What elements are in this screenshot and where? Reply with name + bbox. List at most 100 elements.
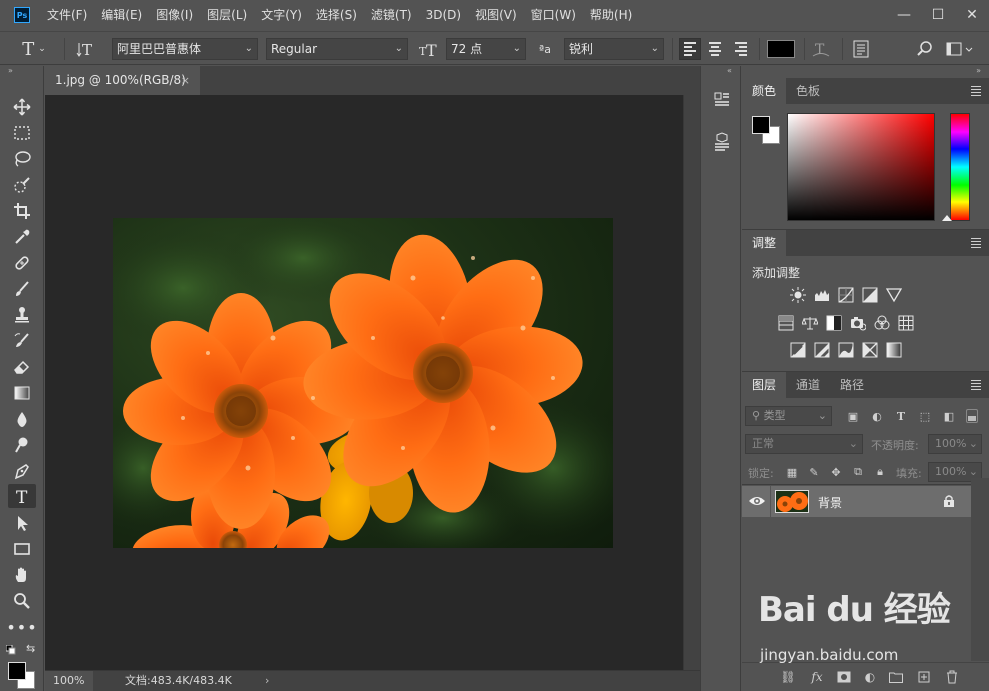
- search-icon[interactable]: [914, 38, 936, 60]
- channel-mixer-icon[interactable]: [874, 315, 890, 331]
- foreground-color-swatch[interactable]: [8, 662, 26, 680]
- filter-adjustment-layer-icon[interactable]: ◐: [870, 409, 884, 423]
- properties-panel-icon[interactable]: [712, 132, 732, 152]
- collapse-dock-icon[interactable]: «: [727, 66, 732, 75]
- menu-file[interactable]: 文件(F): [40, 0, 94, 30]
- vibrance-icon[interactable]: [886, 287, 902, 303]
- opacity-field[interactable]: 100% ⌄: [928, 434, 982, 454]
- menu-edit[interactable]: 编辑(E): [94, 0, 149, 30]
- layer-filter-select[interactable]: ⚲ 类型 ⌄: [745, 406, 832, 426]
- font-style-select[interactable]: Regular ⌄: [266, 38, 408, 60]
- antialias-select[interactable]: 锐利 ⌄: [564, 38, 664, 60]
- color-balance-icon[interactable]: [802, 315, 818, 331]
- zoom-tool-icon[interactable]: [8, 589, 36, 613]
- align-right-button[interactable]: [731, 38, 753, 60]
- character-panel-icon[interactable]: [850, 38, 872, 60]
- selective-color-icon[interactable]: [862, 342, 878, 358]
- status-menu-arrow-icon[interactable]: ›: [265, 671, 269, 691]
- menu-select[interactable]: 选择(S): [309, 0, 364, 30]
- blur-tool-icon[interactable]: [8, 407, 36, 431]
- layers-scrollbar[interactable]: [971, 478, 989, 661]
- filter-pixel-layer-icon[interactable]: ▣: [846, 409, 860, 423]
- character-properties-icon[interactable]: [712, 90, 732, 110]
- exposure-icon[interactable]: [862, 287, 878, 303]
- add-mask-icon[interactable]: [836, 669, 852, 685]
- menu-help[interactable]: 帮助(H): [583, 0, 639, 30]
- swap-colors-icon[interactable]: ⇆: [26, 642, 35, 655]
- align-center-button[interactable]: [705, 38, 727, 60]
- gradient-tool-icon[interactable]: [8, 381, 36, 405]
- menu-layer[interactable]: 图层(L): [200, 0, 254, 30]
- more-tools-icon[interactable]: •••: [6, 615, 36, 639]
- hue-saturation-icon[interactable]: [778, 315, 794, 331]
- maximize-button[interactable]: ☐: [921, 0, 955, 30]
- type-tool-preset-icon[interactable]: T ⌄: [22, 38, 46, 60]
- canvas-image[interactable]: [113, 218, 613, 548]
- tab-layers[interactable]: 图层: [742, 372, 787, 398]
- hue-slider-handle[interactable]: [942, 215, 952, 221]
- layer-name[interactable]: 背景: [818, 494, 842, 511]
- menu-filter[interactable]: 滤镜(T): [364, 0, 419, 30]
- pen-tool-icon[interactable]: [8, 459, 36, 483]
- crop-tool-icon[interactable]: [8, 199, 36, 223]
- collapse-toolbar-icon[interactable]: »: [0, 66, 43, 76]
- new-adjustment-layer-icon[interactable]: ◐: [862, 669, 878, 685]
- dodge-tool-icon[interactable]: [8, 433, 36, 457]
- align-left-button[interactable]: [679, 38, 701, 60]
- font-size-select[interactable]: 72 点 ⌄: [446, 38, 526, 60]
- font-family-select[interactable]: 阿里巴巴普惠体 ⌄: [112, 38, 258, 60]
- marquee-tool-icon[interactable]: [8, 121, 36, 145]
- panel-menu-icon[interactable]: [971, 380, 981, 390]
- layer-style-fx-icon[interactable]: fx: [809, 669, 825, 685]
- type-tool-icon[interactable]: T: [8, 484, 36, 508]
- lock-transparent-pixels-icon[interactable]: ▦: [786, 466, 798, 479]
- vertical-scrollbar[interactable]: [683, 95, 700, 670]
- menu-image[interactable]: 图像(I): [149, 0, 200, 30]
- toggle-text-orientation-icon[interactable]: T: [76, 38, 100, 60]
- close-icon[interactable]: ×: [181, 66, 190, 95]
- photo-filter-icon[interactable]: [850, 315, 866, 331]
- lock-artboard-icon[interactable]: ⧉: [852, 465, 864, 478]
- lasso-tool-icon[interactable]: [8, 147, 36, 171]
- minimize-button[interactable]: —: [887, 0, 921, 30]
- history-brush-tool-icon[interactable]: [8, 329, 36, 353]
- quick-selection-tool-icon[interactable]: [8, 173, 36, 197]
- curves-icon[interactable]: [838, 287, 854, 303]
- lock-image-pixels-icon[interactable]: ✎: [808, 466, 820, 479]
- layer-row[interactable]: 背景: [742, 486, 971, 517]
- filter-toggle-switch[interactable]: [966, 409, 978, 423]
- menu-3d[interactable]: 3D(D): [419, 0, 468, 30]
- menu-type[interactable]: 文字(Y): [254, 0, 309, 30]
- panel-menu-icon[interactable]: [971, 86, 981, 96]
- collapse-panels-icon[interactable]: »: [976, 66, 981, 75]
- hue-slider[interactable]: [950, 113, 970, 221]
- tab-adjustments[interactable]: 调整: [742, 230, 787, 256]
- menu-window[interactable]: 窗口(W): [524, 0, 583, 30]
- menu-view[interactable]: 视图(V): [468, 0, 524, 30]
- color-picker-field[interactable]: [787, 113, 935, 221]
- levels-icon[interactable]: [814, 287, 830, 303]
- color-lookup-icon[interactable]: [898, 315, 914, 331]
- new-group-icon[interactable]: [888, 669, 904, 685]
- eye-icon[interactable]: [748, 494, 766, 508]
- path-selection-tool-icon[interactable]: [8, 511, 36, 535]
- eyedropper-tool-icon[interactable]: [8, 225, 36, 249]
- text-color-swatch[interactable]: [767, 40, 795, 58]
- posterize-icon[interactable]: [814, 342, 830, 358]
- threshold-icon[interactable]: [838, 342, 854, 358]
- lock-position-icon[interactable]: ✥: [830, 466, 842, 479]
- blend-mode-select[interactable]: 正常 ⌄: [745, 434, 863, 454]
- tab-channels[interactable]: 通道: [786, 372, 830, 398]
- tab-paths[interactable]: 路径: [830, 372, 874, 398]
- new-layer-icon[interactable]: [916, 669, 932, 685]
- filter-shape-layer-icon[interactable]: ⬚: [918, 409, 932, 423]
- link-layers-icon[interactable]: ⛓: [780, 669, 796, 685]
- rectangle-tool-icon[interactable]: [8, 537, 36, 561]
- workspace-icon[interactable]: [944, 38, 974, 60]
- panel-menu-icon[interactable]: [971, 238, 981, 248]
- tab-swatches[interactable]: 色板: [786, 78, 830, 104]
- document-tab[interactable]: 1.jpg @ 100%(RGB/8) ×: [45, 66, 200, 95]
- delete-layer-icon[interactable]: [944, 669, 960, 685]
- black-white-icon[interactable]: [826, 315, 842, 331]
- warp-text-icon[interactable]: T: [810, 38, 832, 60]
